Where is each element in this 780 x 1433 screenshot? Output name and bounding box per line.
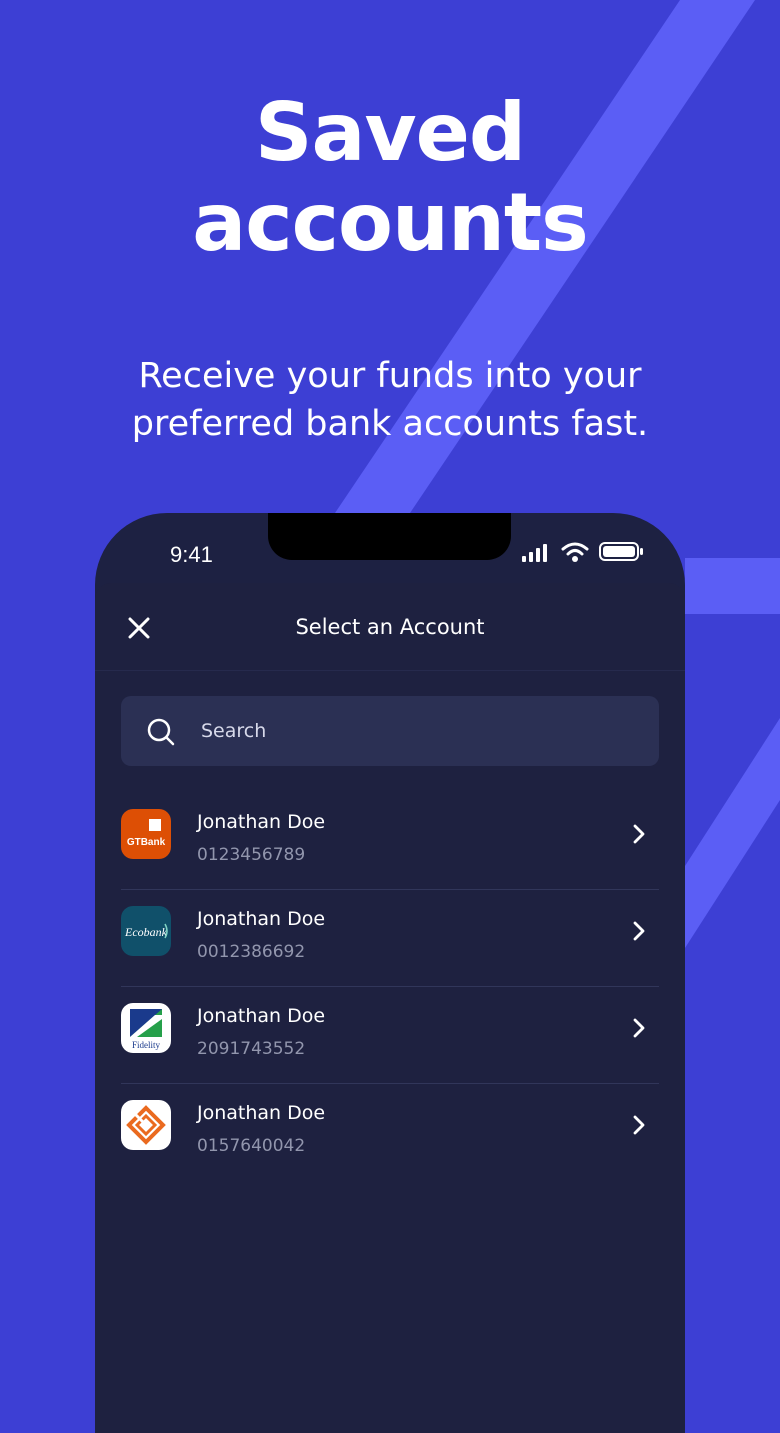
account-name: Jonathan Doe <box>197 1005 326 1027</box>
search-input[interactable] <box>201 696 641 766</box>
gtbank-logo-label: GTBank <box>127 837 166 848</box>
fidelity-logo: Fidelity <box>121 1003 171 1053</box>
account-number: 0123456789 <box>197 845 306 865</box>
cellular-signal-icon <box>522 544 547 562</box>
bank-diamond-logo <box>121 1100 171 1150</box>
search-field[interactable] <box>121 696 659 766</box>
phone-frame: 9:41 Select an Account Search GTBank Jon… <box>95 513 685 1433</box>
search-icon <box>147 718 175 746</box>
page-subtitle-line-2: preferred bank accounts fast. <box>131 404 649 444</box>
page-title-line-1: Saved <box>254 86 526 179</box>
modal-header: Select an Account <box>95 583 685 671</box>
modal-title: Select an Account <box>295 615 485 639</box>
account-row-bank-4[interactable]: Jonathan Doe 0157640042 <box>121 1084 659 1180</box>
account-list: GTBank Jonathan Doe 0123456789 Ecobank J… <box>121 793 659 1180</box>
account-select-modal: Select an Account GTBank Jonathan Doe <box>95 583 685 1433</box>
battery-icon <box>599 542 643 561</box>
account-name: Jonathan Doe <box>197 908 326 930</box>
chevron-right-icon <box>633 824 645 844</box>
page-subtitle-line-1: Receive your funds into your <box>138 356 642 396</box>
account-number: 0157640042 <box>197 1136 306 1156</box>
account-name: Jonathan Doe <box>197 811 326 833</box>
chevron-right-icon <box>633 1115 645 1135</box>
gtbank-logo: GTBank <box>121 809 171 859</box>
account-number: 2091743552 <box>197 1039 306 1059</box>
fidelity-logo-label: Fidelity <box>132 1040 161 1050</box>
ecobank-logo: Ecobank <box>121 906 171 956</box>
chevron-right-icon <box>633 921 645 941</box>
account-row-ecobank[interactable]: Ecobank Jonathan Doe 0012386692 <box>121 890 659 987</box>
account-name: Jonathan Doe <box>197 1102 326 1124</box>
account-row-gtbank[interactable]: GTBank Jonathan Doe 0123456789 <box>121 793 659 890</box>
chevron-right-icon <box>633 1018 645 1038</box>
ecobank-logo-label: Ecobank <box>124 925 168 939</box>
page-title: Saved accounts <box>0 88 780 268</box>
account-row-fidelity[interactable]: Fidelity Jonathan Doe 2091743552 <box>121 987 659 1084</box>
status-time: 9:41 <box>170 542 213 567</box>
page-subtitle: Receive your funds into your preferred b… <box>0 352 780 448</box>
phone-notch <box>268 513 511 560</box>
page-title-line-2: accounts <box>192 176 589 269</box>
wifi-icon <box>561 542 589 562</box>
account-number: 0012386692 <box>197 942 306 962</box>
